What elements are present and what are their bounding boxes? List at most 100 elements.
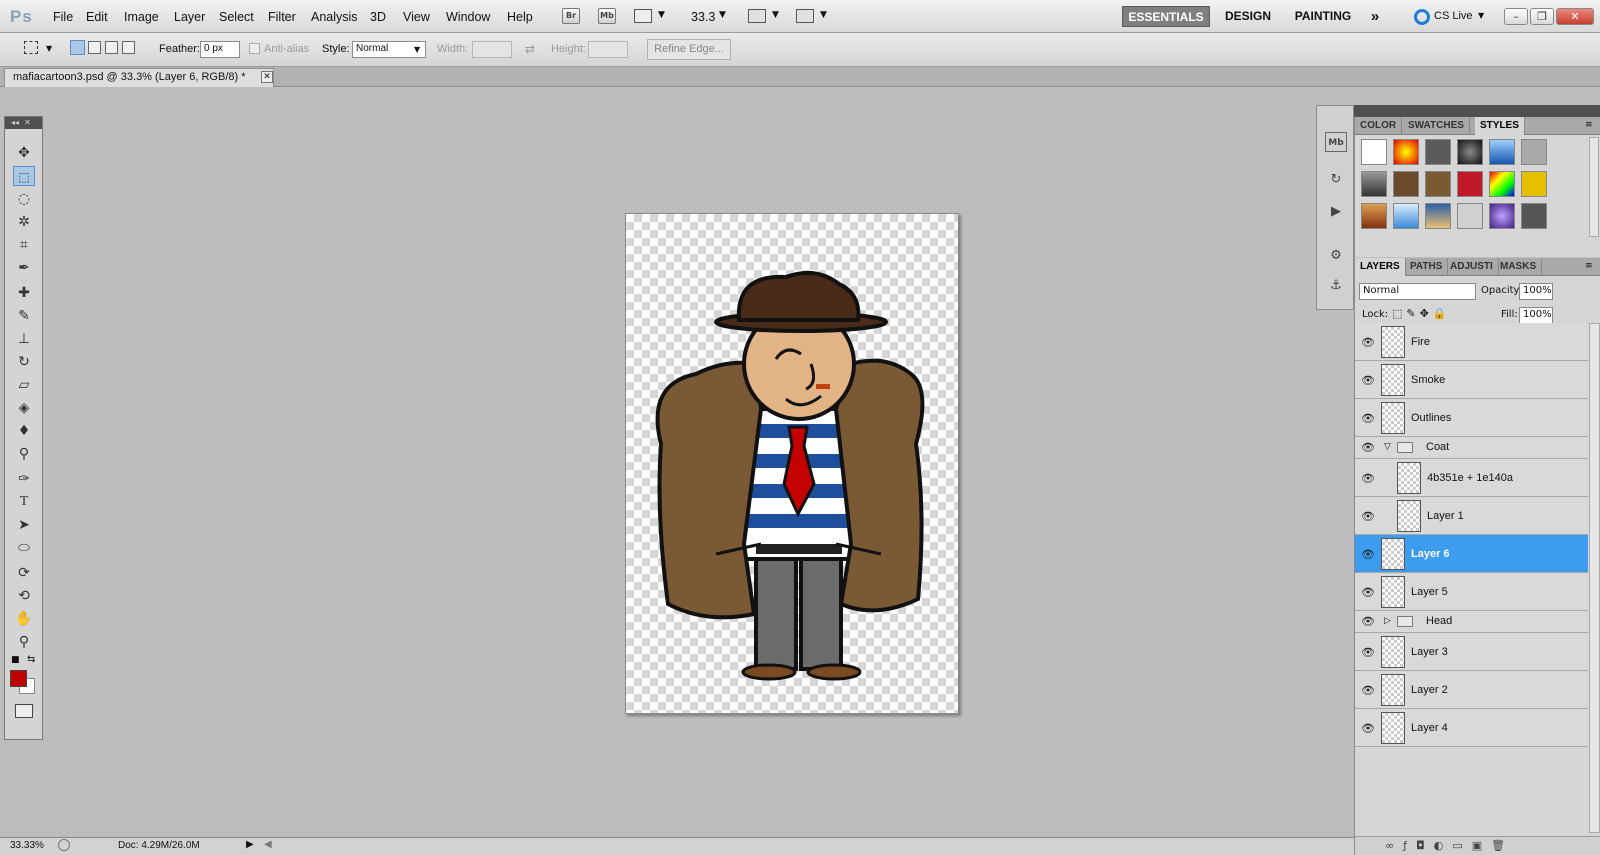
document-canvas[interactable]	[625, 213, 959, 714]
marquee-tool-preset-icon[interactable]	[24, 41, 38, 54]
zoom-level[interactable]: 33.3	[691, 10, 715, 24]
visibility-eye-icon[interactable]: 👁	[1361, 615, 1375, 628]
style-swatch[interactable]	[1457, 171, 1483, 197]
workspace-essentials[interactable]: ESSENTIALS	[1122, 6, 1210, 27]
ellipse-tool-icon[interactable]: ⬭	[13, 538, 35, 558]
lock-icons[interactable]: ⬚✎✥🔒	[1392, 307, 1451, 320]
visibility-eye-icon[interactable]: 👁	[1361, 336, 1375, 349]
3d-orbit-tool-icon[interactable]: ⟲	[13, 586, 35, 606]
document-tab[interactable]: mafiacartoon3.psd @ 33.3% (Layer 6, RGB/…	[4, 68, 274, 87]
close-button[interactable]: ✕	[1556, 8, 1594, 25]
style-swatch[interactable]	[1393, 139, 1419, 165]
pen-tool-icon[interactable]: ✑	[13, 469, 35, 489]
tab-swatches[interactable]: SWATCHES	[1403, 117, 1470, 135]
layer-row[interactable]: 👁 Smoke	[1355, 361, 1588, 399]
style-swatch[interactable]	[1425, 171, 1451, 197]
fill-input[interactable]: 100%	[1519, 307, 1553, 324]
clone-stamp-tool-icon[interactable]: ⊥	[13, 329, 35, 349]
layer-group-row[interactable]: 👁 ▽ Coat	[1355, 437, 1588, 459]
style-swatch[interactable]	[1361, 203, 1387, 229]
zoom-tool-icon[interactable]: ⚲	[13, 632, 35, 652]
layer-row[interactable]: 👁 Layer 1	[1355, 497, 1588, 535]
visibility-eye-icon[interactable]: 👁	[1361, 441, 1375, 454]
swap-colors-icon[interactable]: ⇆	[27, 654, 35, 665]
workspace-design[interactable]: DESIGN	[1218, 6, 1278, 27]
menu-filter[interactable]: Filter	[268, 10, 296, 24]
arrange-dropdown-icon[interactable]: ▼	[772, 10, 779, 20]
visibility-eye-icon[interactable]: 👁	[1361, 646, 1375, 659]
path-selection-tool-icon[interactable]: ➤	[13, 515, 35, 535]
layer-row[interactable]: 👁 Layer 2	[1355, 671, 1588, 709]
arrange-documents-icon[interactable]	[748, 9, 766, 23]
style-swatch[interactable]	[1393, 171, 1419, 197]
paint-bucket-tool-icon[interactable]: ◈	[13, 398, 35, 418]
mini-bridge-button[interactable]: Mb	[598, 8, 616, 24]
style-swatch[interactable]	[1521, 171, 1547, 197]
status-info-icon[interactable]	[58, 839, 70, 851]
eraser-tool-icon[interactable]: ▱	[13, 375, 35, 395]
extras-icon[interactable]	[634, 9, 652, 23]
rectangular-marquee-tool-icon[interactable]: ⬚	[13, 166, 35, 186]
layers-footer-toolbar[interactable]: ∞ƒ◘◐▭▣🗑	[1355, 836, 1600, 855]
visibility-eye-icon[interactable]: 👁	[1361, 586, 1375, 599]
clone-source-panel-icon[interactable]: ⚓	[1325, 276, 1347, 296]
adjustments-panel-icon[interactable]: ⚙	[1325, 246, 1347, 266]
group-expand-icon[interactable]: ▽	[1384, 442, 1391, 452]
style-swatch[interactable]	[1393, 203, 1419, 229]
workspace-painting[interactable]: PAINTING	[1288, 6, 1358, 27]
more-workspaces-button[interactable]: »	[1364, 6, 1386, 27]
menu-help[interactable]: Help	[507, 10, 533, 24]
refine-edge-button[interactable]: Refine Edge...	[647, 39, 731, 60]
style-swatch[interactable]	[1457, 139, 1483, 165]
scroll-left-icon[interactable]: ◀	[264, 839, 272, 850]
visibility-eye-icon[interactable]: 👁	[1361, 684, 1375, 697]
layer-row[interactable]: 👁 Layer 4	[1355, 709, 1588, 747]
menu-window[interactable]: Window	[446, 10, 490, 24]
style-swatch[interactable]	[1489, 203, 1515, 229]
visibility-eye-icon[interactable]: 👁	[1361, 510, 1375, 523]
layer-row[interactable]: 👁 Fire	[1355, 323, 1588, 361]
layer-row[interactable]: 👁 Layer 3	[1355, 633, 1588, 671]
subtract-selection-icon[interactable]	[105, 41, 118, 54]
history-panel-icon[interactable]: ↻	[1325, 170, 1347, 190]
style-none-swatch[interactable]	[1361, 139, 1387, 165]
styles-menu-icon[interactable]: ≡	[1585, 120, 1593, 130]
menu-view[interactable]: View	[403, 10, 430, 24]
hand-tool-icon[interactable]: ✋	[13, 609, 35, 629]
restore-button[interactable]: ❐	[1530, 8, 1554, 25]
opacity-input[interactable]: 100%	[1519, 283, 1553, 300]
style-swatch[interactable]	[1457, 203, 1483, 229]
tools-panel-header[interactable]: ◂◂ ✕	[5, 117, 42, 129]
menu-image[interactable]: Image	[124, 10, 159, 24]
swap-icon[interactable]: ⇄	[525, 42, 535, 56]
screen-mode-icon[interactable]	[796, 9, 814, 23]
style-swatch[interactable]	[1425, 203, 1451, 229]
eyedropper-tool-icon[interactable]: ✒	[13, 258, 35, 278]
visibility-eye-icon[interactable]: 👁	[1361, 472, 1375, 485]
style-swatch[interactable]	[1361, 171, 1387, 197]
close-tab-icon[interactable]: ✕	[261, 71, 273, 83]
status-menu-arrow-icon[interactable]: ▶	[246, 839, 254, 850]
add-selection-icon[interactable]	[88, 41, 101, 54]
tab-layers[interactable]: LAYERS	[1355, 258, 1406, 276]
chevron-down-icon[interactable]: ▼	[658, 10, 665, 20]
group-collapse-icon[interactable]: ▷	[1384, 616, 1391, 626]
intersect-selection-icon[interactable]	[122, 41, 135, 54]
actions-panel-icon[interactable]: ▶	[1325, 202, 1347, 222]
menu-layer[interactable]: Layer	[174, 10, 205, 24]
preset-dropdown-icon[interactable]: ▼	[46, 44, 52, 53]
height-input[interactable]	[588, 41, 628, 58]
layer-row[interactable]: 👁 Layer 5	[1355, 573, 1588, 611]
layers-scrollbar[interactable]	[1589, 323, 1600, 833]
menu-file[interactable]: File	[53, 10, 73, 24]
mini-bridge-panel-icon[interactable]: Mb	[1325, 132, 1347, 152]
brush-tool-icon[interactable]: ✎	[13, 306, 35, 326]
visibility-eye-icon[interactable]: 👁	[1361, 412, 1375, 425]
tab-masks[interactable]: MASKS	[1495, 258, 1543, 276]
style-swatch[interactable]	[1489, 171, 1515, 197]
crop-tool-icon[interactable]: ⌗	[13, 235, 35, 255]
cs-live-dropdown-icon[interactable]: ▼	[1478, 11, 1484, 20]
tab-paths[interactable]: PATHS	[1405, 258, 1449, 276]
new-selection-icon[interactable]	[70, 40, 85, 55]
anti-alias-checkbox[interactable]	[249, 43, 260, 54]
